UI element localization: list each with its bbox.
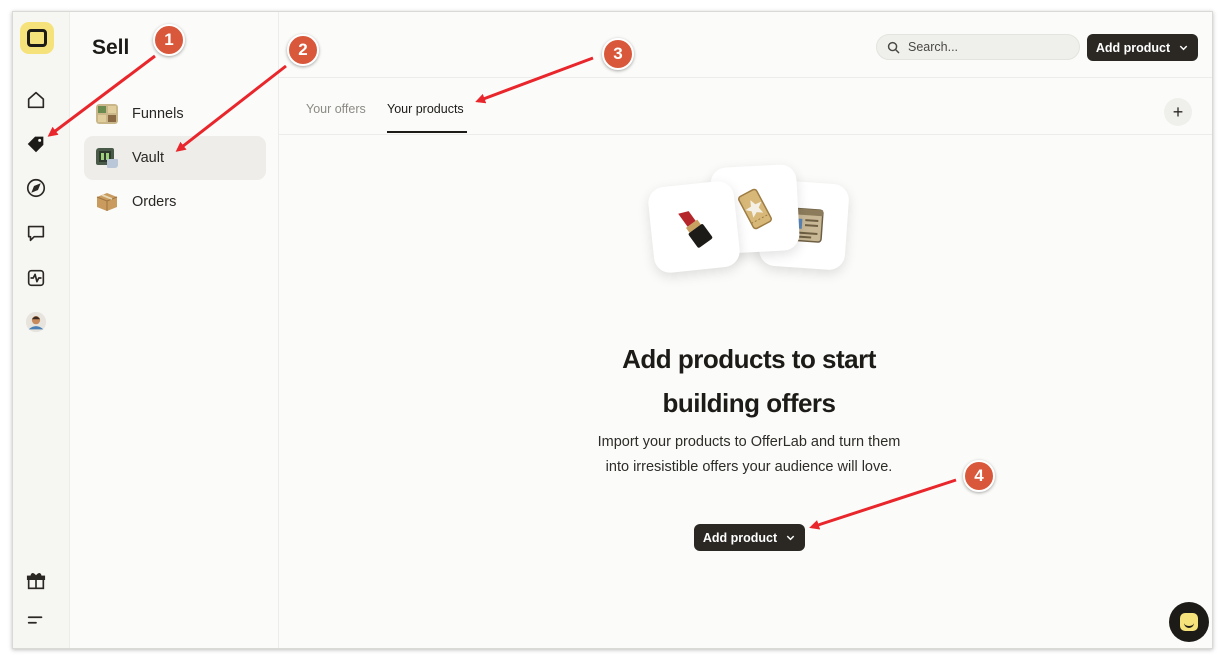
activity-icon[interactable] <box>24 266 48 290</box>
headline-line-1: Add products to start <box>622 344 876 374</box>
gift-icon[interactable] <box>24 569 48 593</box>
box-icon <box>96 193 118 211</box>
tab-your-products[interactable]: Your products <box>387 102 464 116</box>
sidebar-item-label: Orders <box>132 194 177 210</box>
headline-line-2: building offers <box>662 388 836 418</box>
app-logo[interactable] <box>20 22 54 54</box>
empty-state-illustration <box>639 163 859 296</box>
home-icon[interactable] <box>24 88 48 112</box>
help-chat-button[interactable] <box>1169 602 1209 642</box>
compass-icon[interactable] <box>24 176 48 200</box>
chat-icon[interactable] <box>24 221 48 245</box>
ticket-icon <box>738 188 772 230</box>
lipstick-icon <box>678 211 713 248</box>
active-tab-indicator <box>387 131 467 133</box>
main-content: Search... Add product Your offers Your p… <box>279 12 1212 648</box>
chevron-down-icon <box>786 535 795 541</box>
add-product-label: Add product <box>1095 40 1171 55</box>
empty-state-headline: Add products to start building offers <box>579 337 919 425</box>
tag-icon[interactable] <box>24 132 48 156</box>
sidebar-item-label: Vault <box>132 150 164 166</box>
sidebar-item-label: Funnels <box>132 106 184 122</box>
empty-state-add-product-button[interactable]: Add product <box>694 524 805 551</box>
annotation-badge-4: 4 <box>963 460 995 492</box>
search-placeholder: Search... <box>908 40 959 54</box>
app-window: Sell Funnels Vault Orders Search... Add … <box>12 11 1213 649</box>
annotation-badge-2: 2 <box>287 34 319 66</box>
page-title: Sell <box>92 36 130 59</box>
tab-bar: Your offers Your products + <box>279 78 1212 135</box>
chevron-down-icon <box>1179 45 1188 51</box>
add-product-button[interactable]: Add product <box>1087 34 1198 61</box>
sidebar-item-funnels[interactable]: Funnels <box>84 92 266 136</box>
funnels-icon <box>96 104 118 124</box>
add-product-label: Add product <box>702 530 778 545</box>
sidebar-item-orders[interactable]: Orders <box>84 180 266 224</box>
plus-icon: + <box>1172 101 1184 122</box>
annotation-badge-3: 3 <box>602 38 634 70</box>
tab-your-offers[interactable]: Your offers <box>306 102 366 116</box>
search-icon <box>887 41 900 53</box>
chat-logo-icon <box>1180 613 1198 631</box>
annotation-badge-1: 1 <box>153 24 185 56</box>
sidebar-item-vault[interactable]: Vault <box>84 136 266 180</box>
search-input[interactable]: Search... <box>876 34 1080 60</box>
top-bar: Search... Add product <box>279 12 1212 78</box>
lipstick-card <box>646 179 742 275</box>
avatar[interactable] <box>24 310 48 334</box>
menu-icon[interactable] <box>24 608 48 632</box>
vault-icon <box>96 148 118 168</box>
add-tab-button[interactable]: + <box>1164 98 1192 126</box>
sell-sidebar: Sell Funnels Vault Orders <box>69 12 279 648</box>
empty-state-description: Import your products to OfferLab and tur… <box>597 434 901 475</box>
icon-rail <box>13 12 69 648</box>
